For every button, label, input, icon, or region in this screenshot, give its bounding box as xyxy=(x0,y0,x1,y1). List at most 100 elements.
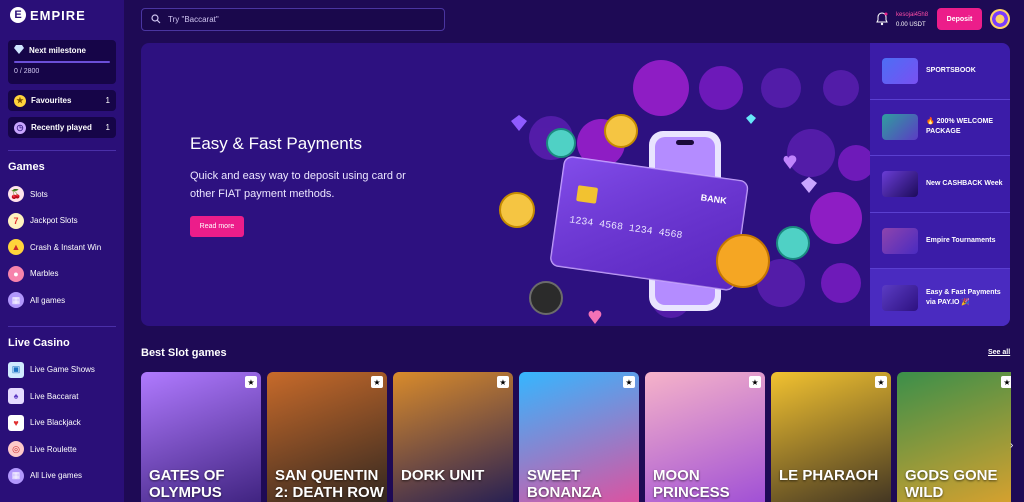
clock-icon: ◷ xyxy=(14,121,26,134)
game-card-sweet-bonanza[interactable]: ★ Sweet Bonanza xyxy=(519,372,639,502)
promo-item-cashback-week[interactable]: New CASHBACK Week xyxy=(870,156,1010,213)
tv-icon: ▣ xyxy=(8,361,24,378)
game-card-san-quentin-2[interactable]: ★ San Quentin 2: Death Row xyxy=(267,372,387,502)
deposit-button[interactable]: Deposit xyxy=(937,8,982,30)
promo-item-payments[interactable]: Easy & Fast Payments via PAY.IO 🎉 xyxy=(870,269,1010,326)
sidebar-item-label: Slots xyxy=(30,189,48,199)
avatar[interactable] xyxy=(990,9,1010,29)
cherries-icon: 🍒 xyxy=(8,186,24,203)
best-slots-heading: Best Slot games xyxy=(141,347,227,359)
favorite-star-icon[interactable]: ★ xyxy=(1001,376,1011,388)
sidebar-item-label: Live Game Shows xyxy=(30,365,95,375)
milestone-card[interactable]: Next milestone 0 / 2800 xyxy=(8,40,116,84)
favorite-star-icon[interactable]: ★ xyxy=(875,376,887,388)
sidebar-item-label: Marbles xyxy=(30,269,59,279)
favorite-star-icon[interactable]: ★ xyxy=(371,376,383,388)
brand-logo[interactable]: E EMPIRE xyxy=(8,0,116,30)
sidebar-divider xyxy=(8,325,116,327)
wallet-balance: 0.00 USDT xyxy=(896,22,926,28)
promo-thumbnail xyxy=(882,284,918,311)
bell-icon[interactable] xyxy=(876,12,888,26)
milestone-progress-text: 0 / 2800 xyxy=(14,68,40,75)
promo-label: SPORTSBOOK xyxy=(926,66,976,74)
promo-item-tournaments[interactable]: Empire Tournaments xyxy=(870,213,1010,270)
favorite-star-icon[interactable]: ★ xyxy=(245,376,257,388)
game-card-gates-of-olympus[interactable]: ★ Gates of Olympus xyxy=(141,372,261,502)
chevron-right-icon[interactable]: › xyxy=(1010,440,1013,451)
rocket-icon: ▲ xyxy=(8,239,24,256)
promo-label: 🔥 200% WELCOME PACKAGE xyxy=(926,118,994,136)
game-title: Le Pharaoh xyxy=(779,467,879,484)
game-title: Sweet Bonanza xyxy=(527,467,602,501)
marbles-icon: ● xyxy=(8,265,24,282)
seven-icon: 7 xyxy=(8,212,24,229)
games-nav: 🍒 Slots 7 Jackpot Slots ▲ Crash & Instan… xyxy=(8,181,116,314)
grid-icon: ▦ xyxy=(8,292,24,309)
recently-played-label: Recently played xyxy=(31,123,92,132)
favourites-label: Favourites xyxy=(31,96,72,105)
username: kesojai45h8 xyxy=(896,12,929,18)
sidebar-item-live-game-shows[interactable]: ▣ Live Game Shows xyxy=(8,357,116,384)
search-bar[interactable] xyxy=(141,8,445,31)
sidebar-item-live-roulette[interactable]: ◎ Live Roulette xyxy=(8,436,116,463)
game-card-gods-gone-wild[interactable]: ★ Gods Gone Wild xyxy=(897,372,1011,502)
sidebar-item-label: All games xyxy=(30,295,66,305)
favorite-star-icon[interactable]: ★ xyxy=(623,376,635,388)
promo-thumbnail xyxy=(882,227,918,254)
games-section-title: Games xyxy=(8,161,45,173)
logo-text: EMPIRE xyxy=(30,7,86,23)
promo-thumbnail xyxy=(882,57,918,84)
promo-item-sportsbook[interactable]: SPORTSBOOK xyxy=(870,43,1010,100)
read-more-button[interactable]: Read more xyxy=(190,216,244,237)
game-title: Moon Princess Trinity xyxy=(653,467,730,502)
diamond-icon xyxy=(14,45,24,56)
slot-games-row: ★ Gates of Olympus ★ San Quentin 2: Deat… xyxy=(141,372,1011,502)
sidebar-item-label: Live Blackjack xyxy=(30,418,81,428)
sidebar-item-live-blackjack[interactable]: ♥ Live Blackjack xyxy=(8,410,116,437)
favorite-star-icon[interactable]: ★ xyxy=(497,376,509,388)
hero-banner: Easy & Fast Payments Quick and easy way … xyxy=(141,43,870,326)
recently-played-button[interactable]: ◷ Recently played 1 xyxy=(8,117,116,138)
card-icon: ♥ xyxy=(8,414,24,431)
sidebar-item-label: Jackpot Slots xyxy=(30,216,78,226)
promo-label: Empire Tournaments xyxy=(926,236,996,244)
promo-label: Easy & Fast Payments via PAY.IO 🎉 xyxy=(926,288,1001,306)
game-title: Gods Gone Wild xyxy=(905,467,998,501)
see-all-link[interactable]: See all xyxy=(988,349,1010,356)
cards-icon: ♠ xyxy=(8,388,24,405)
sidebar-item-jackpot-slots[interactable]: 7 Jackpot Slots xyxy=(8,208,116,235)
grid-icon: ▦ xyxy=(8,467,24,484)
promo-thumbnail xyxy=(882,114,918,141)
milestone-progress-bar xyxy=(14,61,110,63)
sidebar-item-slots[interactable]: 🍒 Slots xyxy=(8,181,116,208)
roulette-icon: ◎ xyxy=(8,441,24,458)
milestone-title: Next milestone xyxy=(29,46,86,55)
sidebar-item-marbles[interactable]: ● Marbles xyxy=(8,261,116,288)
game-title: Gates of Olympus xyxy=(149,467,225,501)
sidebar-item-live-baccarat[interactable]: ♠ Live Baccarat xyxy=(8,383,116,410)
favourites-button[interactable]: ★ Favourites 1 xyxy=(8,90,116,111)
game-title: San Quentin 2: Death Row xyxy=(275,467,384,501)
sidebar: E EMPIRE Next milestone 0 / 2800 ★ Favou… xyxy=(0,0,124,502)
game-card-moon-princess-trinity[interactable]: ★ Moon Princess Trinity xyxy=(645,372,765,502)
user-wallet[interactable]: kesojai45h8 0.00 USDT xyxy=(896,10,928,30)
recently-played-count: 1 xyxy=(105,123,110,132)
sidebar-item-all-games[interactable]: ▦ All games xyxy=(8,287,116,314)
promo-item-welcome-package[interactable]: 🔥 200% WELCOME PACKAGE xyxy=(870,100,1010,157)
sidebar-item-all-live-games[interactable]: ▦ All Live games xyxy=(8,463,116,490)
live-casino-section-title: Live Casino xyxy=(8,336,70,349)
search-input[interactable] xyxy=(168,15,418,24)
game-card-dork-unit[interactable]: ★ Dork Unit xyxy=(393,372,513,502)
hero-description: Quick and easy way to deposit using card… xyxy=(190,170,406,200)
promo-list: SPORTSBOOK 🔥 200% WELCOME PACKAGE New CA… xyxy=(870,43,1010,326)
sidebar-item-crash-instant-win[interactable]: ▲ Crash & Instant Win xyxy=(8,234,116,261)
sidebar-item-label: Live Roulette xyxy=(30,444,77,454)
sidebar-divider xyxy=(8,150,116,151)
star-icon: ★ xyxy=(14,94,26,107)
favorite-star-icon[interactable]: ★ xyxy=(749,376,761,388)
game-title: Dork Unit xyxy=(401,467,485,484)
game-card-le-pharaoh[interactable]: ★ Le Pharaoh xyxy=(771,372,891,502)
sidebar-item-label: Live Baccarat xyxy=(30,391,79,401)
logo-mark: E xyxy=(10,7,26,23)
sidebar-item-label: All Live games xyxy=(30,471,83,481)
